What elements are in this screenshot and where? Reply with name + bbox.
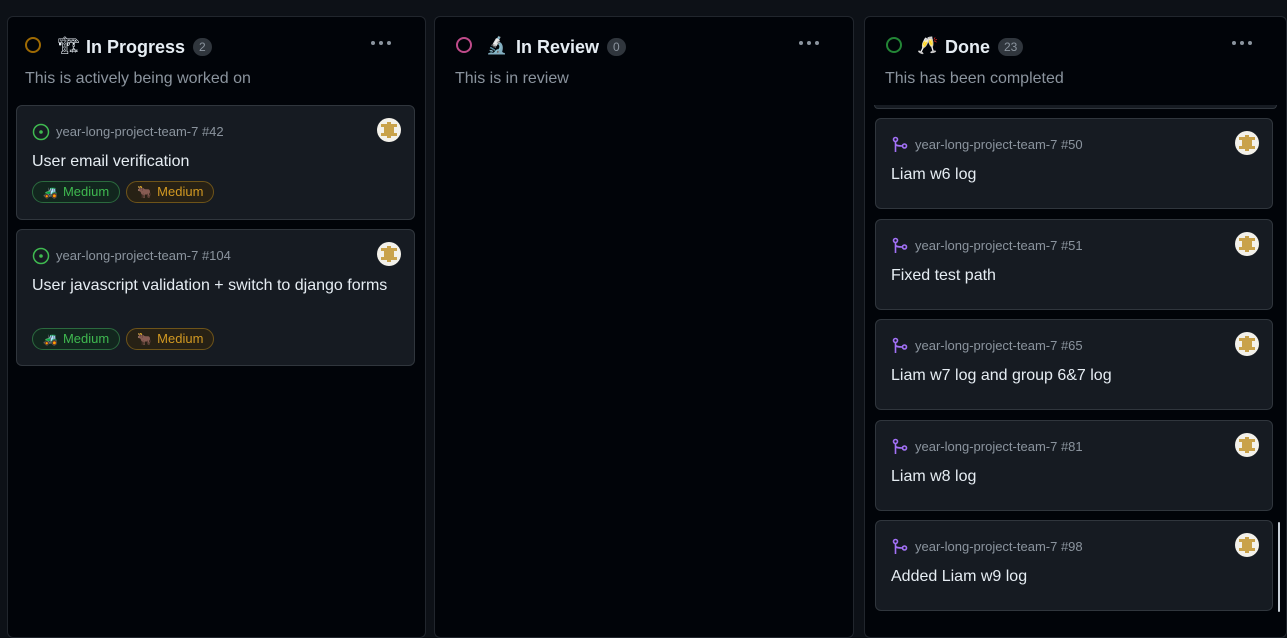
pr-merged-icon: [892, 538, 908, 554]
avatar[interactable]: [1235, 332, 1259, 356]
card-51[interactable]: year-long-project-team-7 #51 Fixed test …: [875, 219, 1273, 310]
column-in-progress: 🏗 In Progress 2 This is actively being wo…: [7, 16, 426, 638]
card-50[interactable]: year-long-project-team-7 #50 Liam w6 log: [875, 118, 1273, 209]
column-emoji: 🏗: [58, 36, 80, 55]
card-partial-above: [874, 105, 1277, 109]
column-scrollbar[interactable]: [1278, 522, 1280, 612]
card-repo-number[interactable]: year-long-project-team-7 #98: [915, 538, 1083, 556]
item-count-badge: 2: [193, 38, 212, 56]
label-text: Medium: [157, 184, 204, 199]
avatar[interactable]: [1235, 131, 1259, 155]
column-description: This is in review: [455, 70, 569, 87]
pr-merged-icon: [892, 136, 908, 152]
status-circle-icon: [25, 37, 41, 53]
card-title[interactable]: Fixed test path: [891, 265, 1251, 286]
label-emoji: 🐂: [137, 332, 153, 346]
card-title[interactable]: Liam w8 log: [891, 466, 1251, 487]
column-menu-icon[interactable]: [371, 37, 393, 49]
pr-merged-icon: [892, 337, 908, 353]
card-repo-number[interactable]: year-long-project-team-7 #81: [915, 438, 1083, 456]
column-menu-icon[interactable]: [799, 37, 821, 49]
pr-merged-icon: [892, 237, 908, 253]
item-count-badge: 23: [998, 38, 1024, 56]
column-description: This has been completed: [885, 70, 1064, 87]
avatar[interactable]: [377, 242, 401, 266]
label-priority[interactable]: 🐂 Medium: [126, 181, 215, 203]
column-title-text: In Review: [516, 37, 600, 57]
label-size[interactable]: 🚜 Medium: [32, 328, 121, 350]
card-42[interactable]: year-long-project-team-7 #42 User email …: [16, 105, 415, 220]
pr-merged-icon: [892, 438, 908, 454]
column-description: This is actively being worked on: [25, 70, 251, 87]
label-size[interactable]: 🚜 Medium: [32, 181, 121, 203]
column-emoji: 🥂: [917, 36, 939, 55]
avatar[interactable]: [1235, 533, 1259, 557]
label-emoji: 🚜: [43, 332, 58, 346]
label-emoji: 🚜: [43, 185, 58, 199]
card-labels: 🚜 Medium 🐂 Medium: [32, 181, 215, 203]
label-emoji: 🐂: [137, 185, 153, 199]
column-header: 🏗 In Progress 2 This is actively being wo…: [8, 17, 425, 109]
card-repo-number[interactable]: year-long-project-team-7 #51: [915, 237, 1083, 255]
card-65[interactable]: year-long-project-team-7 #65 Liam w7 log…: [875, 319, 1273, 410]
card-repo-number[interactable]: year-long-project-team-7 #50: [915, 136, 1083, 154]
issue-open-icon: [32, 123, 50, 141]
label-priority[interactable]: 🐂 Medium: [126, 328, 215, 350]
column-done: 🥂 Done 23 This has been completed year-lo…: [864, 16, 1287, 638]
card-title[interactable]: Liam w6 log: [891, 164, 1251, 185]
card-repo-number[interactable]: year-long-project-team-7 #104: [56, 247, 231, 265]
card-104[interactable]: year-long-project-team-7 #104 User javas…: [16, 229, 415, 366]
status-circle-icon: [456, 37, 472, 53]
card-title[interactable]: Liam w7 log and group 6&7 log: [891, 365, 1251, 386]
avatar[interactable]: [377, 118, 401, 142]
column-title: In Review 0: [516, 36, 626, 58]
avatar[interactable]: [1235, 433, 1259, 457]
card-repo-number[interactable]: year-long-project-team-7 #65: [915, 337, 1083, 355]
label-text: Medium: [62, 331, 110, 346]
card-repo-number[interactable]: year-long-project-team-7 #42: [56, 123, 224, 141]
card-title[interactable]: User email verification: [32, 151, 392, 172]
column-menu-icon[interactable]: [1232, 37, 1254, 49]
status-circle-icon: [886, 37, 902, 53]
card-98[interactable]: year-long-project-team-7 #98 Added Liam …: [875, 520, 1273, 611]
label-text: Medium: [62, 184, 110, 199]
column-title: In Progress 2: [86, 36, 212, 58]
column-title-text: Done: [945, 37, 990, 57]
avatar[interactable]: [1235, 232, 1259, 256]
card-labels: 🚜 Medium 🐂 Medium: [32, 328, 215, 350]
column-in-review: 🔬 In Review 0 This is in review: [434, 16, 854, 638]
column-title-text: In Progress: [86, 37, 186, 57]
card-title[interactable]: User javascript validation + switch to d…: [32, 275, 392, 296]
column-title: Done 23: [945, 36, 1024, 58]
column-header: 🔬 In Review 0 This is in review: [435, 17, 853, 109]
card-81[interactable]: year-long-project-team-7 #81 Liam w8 log: [875, 420, 1273, 511]
item-count-badge: 0: [607, 38, 626, 56]
card-title[interactable]: Added Liam w9 log: [891, 566, 1251, 587]
column-header: 🥂 Done 23 This has been completed: [865, 17, 1286, 109]
column-emoji: 🔬: [486, 36, 508, 55]
label-text: Medium: [157, 331, 204, 346]
issue-open-icon: [32, 247, 50, 265]
